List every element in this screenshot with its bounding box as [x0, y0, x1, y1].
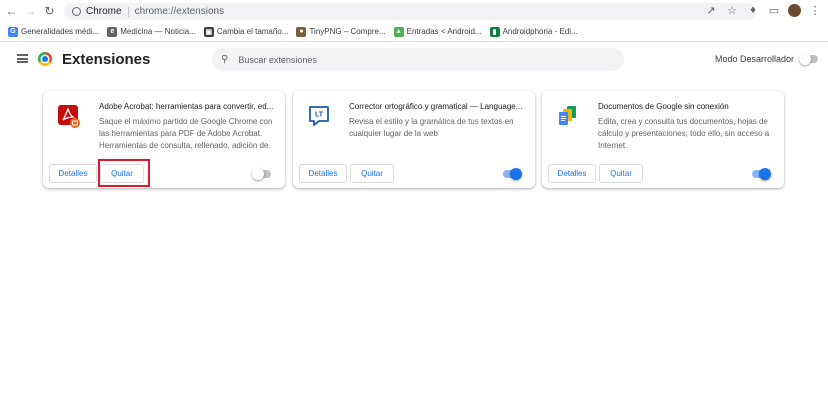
forward-arrow-icon[interactable]: → — [23, 4, 38, 19]
menu-kebab-icon[interactable]: ⋮ — [808, 3, 822, 17]
share-icon[interactable]: ↗ — [704, 3, 718, 17]
toolbar-actions: ↗ ☆ ♦ ▭ ⋮ — [704, 3, 822, 17]
extension-name: Corrector ortográfico y gramatical — Lan… — [349, 102, 523, 111]
bookmarks-bar: G Generalidades médi... e Medicina — Not… — [0, 22, 828, 42]
extension-enable-toggle[interactable] — [252, 168, 271, 180]
extension-name: Adobe Acrobat: herramientas para convert… — [99, 102, 274, 111]
extension-card-adobe-acrobat: Adobe Acrobat: herramientas para convert… — [43, 91, 285, 188]
extension-description: Saque el máximo partido de Google Chrome… — [99, 117, 273, 150]
search-input[interactable]: ⚲ Buscar extensiones — [212, 48, 624, 71]
remove-button[interactable]: Quitar — [350, 164, 394, 183]
extension-enable-toggle[interactable] — [752, 168, 771, 180]
details-button[interactable]: Detalles — [548, 164, 596, 183]
search-icon: ⚲ — [221, 54, 229, 65]
profile-avatar[interactable] — [788, 3, 801, 17]
bookmark-label: Generalidades médi... — [21, 27, 100, 36]
extensions-puzzle-icon[interactable]: ♦ — [746, 3, 760, 17]
google-icon: G — [8, 26, 18, 37]
google-docs-offline-icon — [559, 106, 576, 125]
extension-card-google-docs-offline: Documentos de Google sin conexión Edita,… — [542, 91, 784, 188]
chrome-logo-icon — [38, 52, 52, 66]
omnibox[interactable]: Chrome chrome://extensions — [64, 3, 756, 20]
tinypng-icon: ● — [296, 26, 307, 37]
details-button[interactable]: Detalles — [49, 164, 97, 183]
medicina-icon: e — [107, 26, 118, 37]
extension-name: Documentos de Google sin conexión — [598, 102, 729, 111]
developer-mode-label: Modo Desarrollador — [714, 54, 794, 64]
chrome-site-icon — [72, 7, 81, 16]
extension-card-languagetool: LT Corrector ortográfico y gramatical — … — [293, 91, 535, 188]
bookmark-label: Cambia el tamaño... — [216, 27, 289, 36]
side-panel-icon[interactable]: ▭ — [767, 3, 781, 17]
browser-toolbar: ← → ↻ Chrome chrome://extensions ↗ ☆ ♦ ▭… — [0, 0, 828, 22]
bookmark-item[interactable]: ▣ Cambia el tamaño... — [203, 26, 289, 37]
omnibox-url: chrome://extensions — [134, 6, 225, 17]
bookmark-item[interactable]: G Generalidades médi... — [8, 26, 100, 37]
bookmark-item[interactable]: ▲ Entradas < Android... — [393, 26, 482, 37]
developer-mode: Modo Desarrollador — [714, 53, 818, 65]
page-title: Extensiones — [62, 51, 151, 68]
resize-icon: ▣ — [203, 26, 214, 37]
search-placeholder: Buscar extensiones — [238, 54, 317, 65]
hamburger-menu-icon[interactable] — [17, 54, 28, 63]
wordpress-icon: ▲ — [393, 26, 404, 37]
remove-button[interactable]: Quitar — [599, 164, 643, 183]
bookmark-label: Androidphoria - Edi... — [502, 27, 578, 36]
extension-description: Revisa el estilo y la gramática de tus t… — [349, 117, 514, 138]
bookmark-star-icon[interactable]: ☆ — [725, 3, 739, 17]
svg-text:LT: LT — [315, 112, 324, 119]
bookmark-label: Entradas < Android... — [406, 27, 482, 36]
bookmark-label: Medicina — Noticia... — [120, 27, 196, 36]
extension-enable-toggle[interactable] — [503, 168, 522, 180]
highlight-box — [98, 159, 150, 187]
bookmark-item[interactable]: ▮ Androidphoria - Edi... — [489, 26, 578, 37]
details-button[interactable]: Detalles — [299, 164, 347, 183]
bookmark-label: TinyPNG – Compre... — [309, 27, 386, 36]
omnibox-site-label: Chrome — [86, 6, 122, 17]
developer-mode-toggle[interactable] — [799, 53, 818, 65]
omnibox-divider — [127, 6, 129, 17]
back-arrow-icon[interactable]: ← — [4, 4, 19, 19]
extension-description: Edita, crea y consulta tus documentos, h… — [598, 117, 770, 150]
trello-icon: ▮ — [489, 26, 500, 37]
adobe-acrobat-icon — [58, 105, 80, 128]
bookmark-item[interactable]: e Medicina — Noticia... — [107, 26, 196, 37]
languagetool-icon: LT — [309, 106, 329, 126]
reload-icon[interactable]: ↻ — [42, 4, 57, 19]
bookmark-item[interactable]: ● TinyPNG – Compre... — [296, 26, 386, 37]
